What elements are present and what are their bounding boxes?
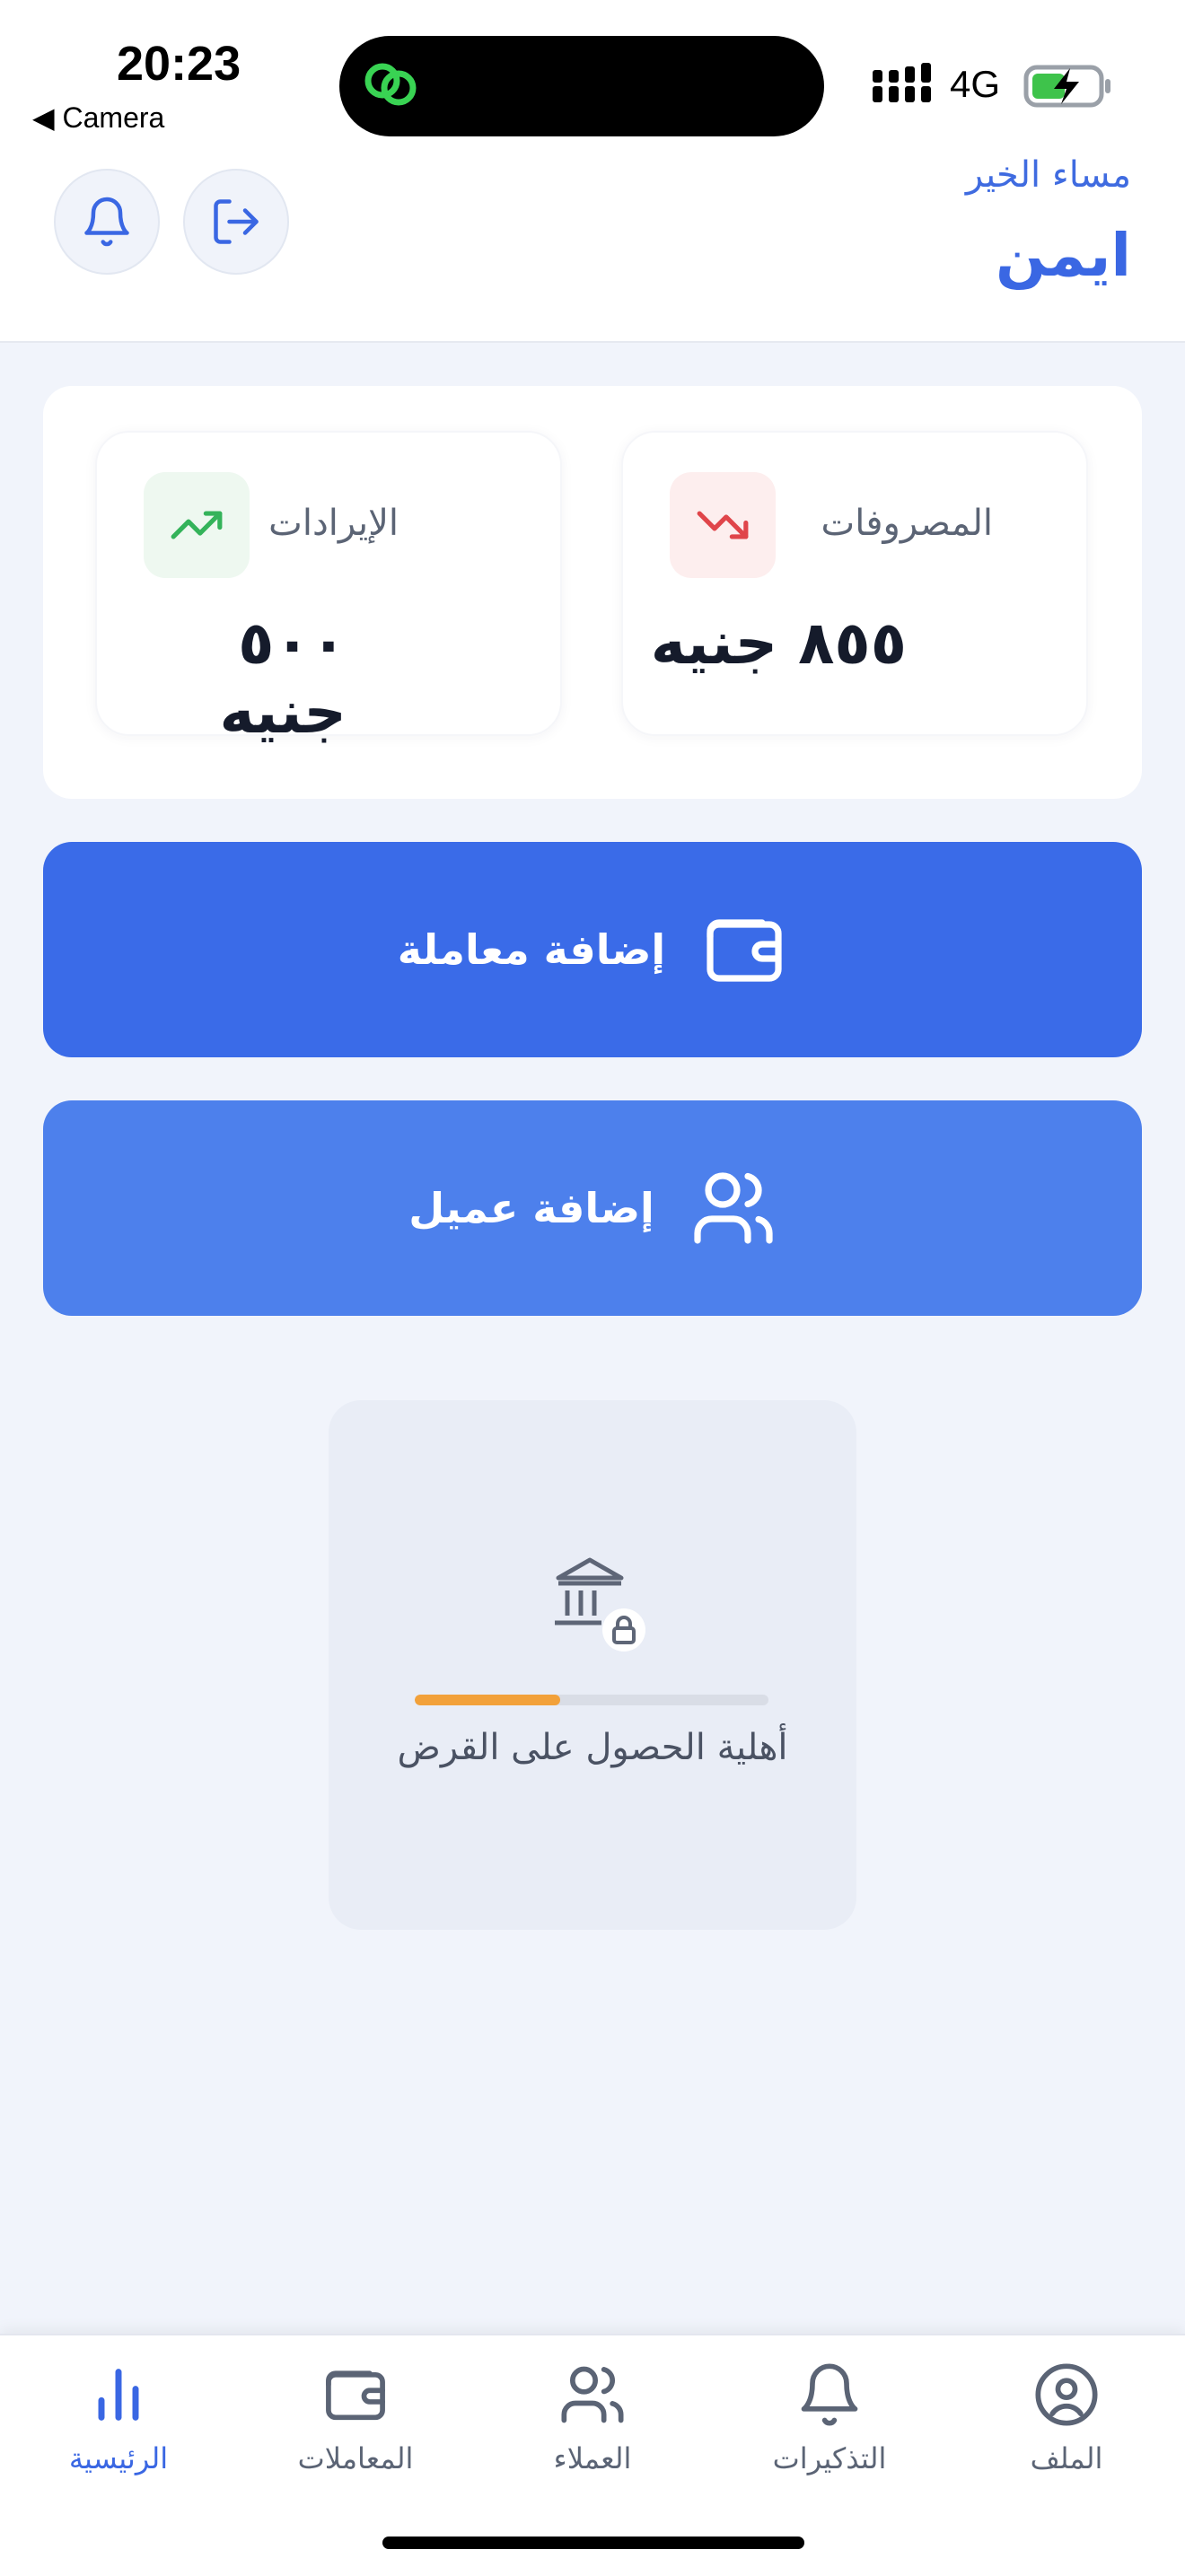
nav-home-label: الرئيسية (68, 2441, 169, 2475)
loan-progress-fill (415, 1695, 560, 1705)
nav-transactions-label: المعاملات (297, 2441, 414, 2475)
loan-progress-bar (415, 1695, 768, 1705)
nav-transactions[interactable]: المعاملات (237, 2361, 474, 2475)
chart-icon (98, 2369, 139, 2421)
add-transaction-label: إضافة معاملة (397, 925, 666, 974)
income-label: الإيرادات (268, 503, 399, 544)
logout-icon (214, 199, 259, 244)
user-name: ايمن (995, 221, 1131, 290)
network-type: 4G (950, 63, 1001, 105)
trending-up-icon (171, 511, 223, 539)
wallet-icon (326, 2370, 385, 2421)
nav-clients[interactable]: العملاء (474, 2361, 711, 2475)
status-time: 20:23 (117, 37, 241, 91)
add-transaction-button[interactable]: إضافة معاملة (43, 842, 1142, 1057)
notifications-button[interactable] (54, 169, 160, 275)
logout-button[interactable] (183, 169, 289, 275)
nav-home[interactable]: الرئيسية (0, 2361, 237, 2475)
nav-clients-label: العملاء (553, 2441, 632, 2475)
loan-eligibility-label: أهلية الحصول على القرض (397, 1727, 788, 1768)
bell-icon (801, 2363, 858, 2426)
expenses-icon-box (670, 472, 776, 578)
income-card[interactable]: الإيرادات ٥٠٠ جنيه (95, 431, 562, 747)
nav-profile-label: الملف (1030, 2441, 1103, 2475)
nav-reminders-label: التذكيرات (772, 2441, 887, 2475)
back-to-camera-link[interactable]: ◀ Camera (32, 101, 164, 135)
profile-icon (1035, 2363, 1098, 2426)
battery-charging-icon (1023, 65, 1110, 108)
income-value: ٥٠٠ جنيه (219, 609, 347, 747)
add-client-label: إضافة عميل (408, 1184, 654, 1232)
cellular-signal-icon (873, 63, 931, 102)
users-icon (694, 1172, 773, 1244)
loan-eligibility-card[interactable] (329, 1400, 856, 1930)
add-client-button[interactable]: إضافة عميل (43, 1100, 1142, 1316)
expenses-label: المصروفات (821, 503, 993, 544)
users-icon (561, 2366, 624, 2423)
expenses-value: ٨٥٥ جنيه (650, 609, 907, 678)
nav-profile[interactable]: الملف (948, 2361, 1185, 2475)
expenses-card[interactable]: المصروفات ٨٥٥ جنيه (621, 431, 1088, 736)
bell-icon (84, 197, 129, 247)
bank-lock-icon (555, 1557, 645, 1652)
income-icon-box (144, 472, 250, 578)
nav-reminders[interactable]: التذكيرات (711, 2361, 948, 2475)
greeting-text: مساء الخير (965, 154, 1131, 196)
wallet-icon (707, 919, 782, 982)
link-rings-icon (364, 63, 417, 106)
home-indicator[interactable] (382, 2537, 804, 2549)
trending-down-icon (697, 511, 749, 539)
